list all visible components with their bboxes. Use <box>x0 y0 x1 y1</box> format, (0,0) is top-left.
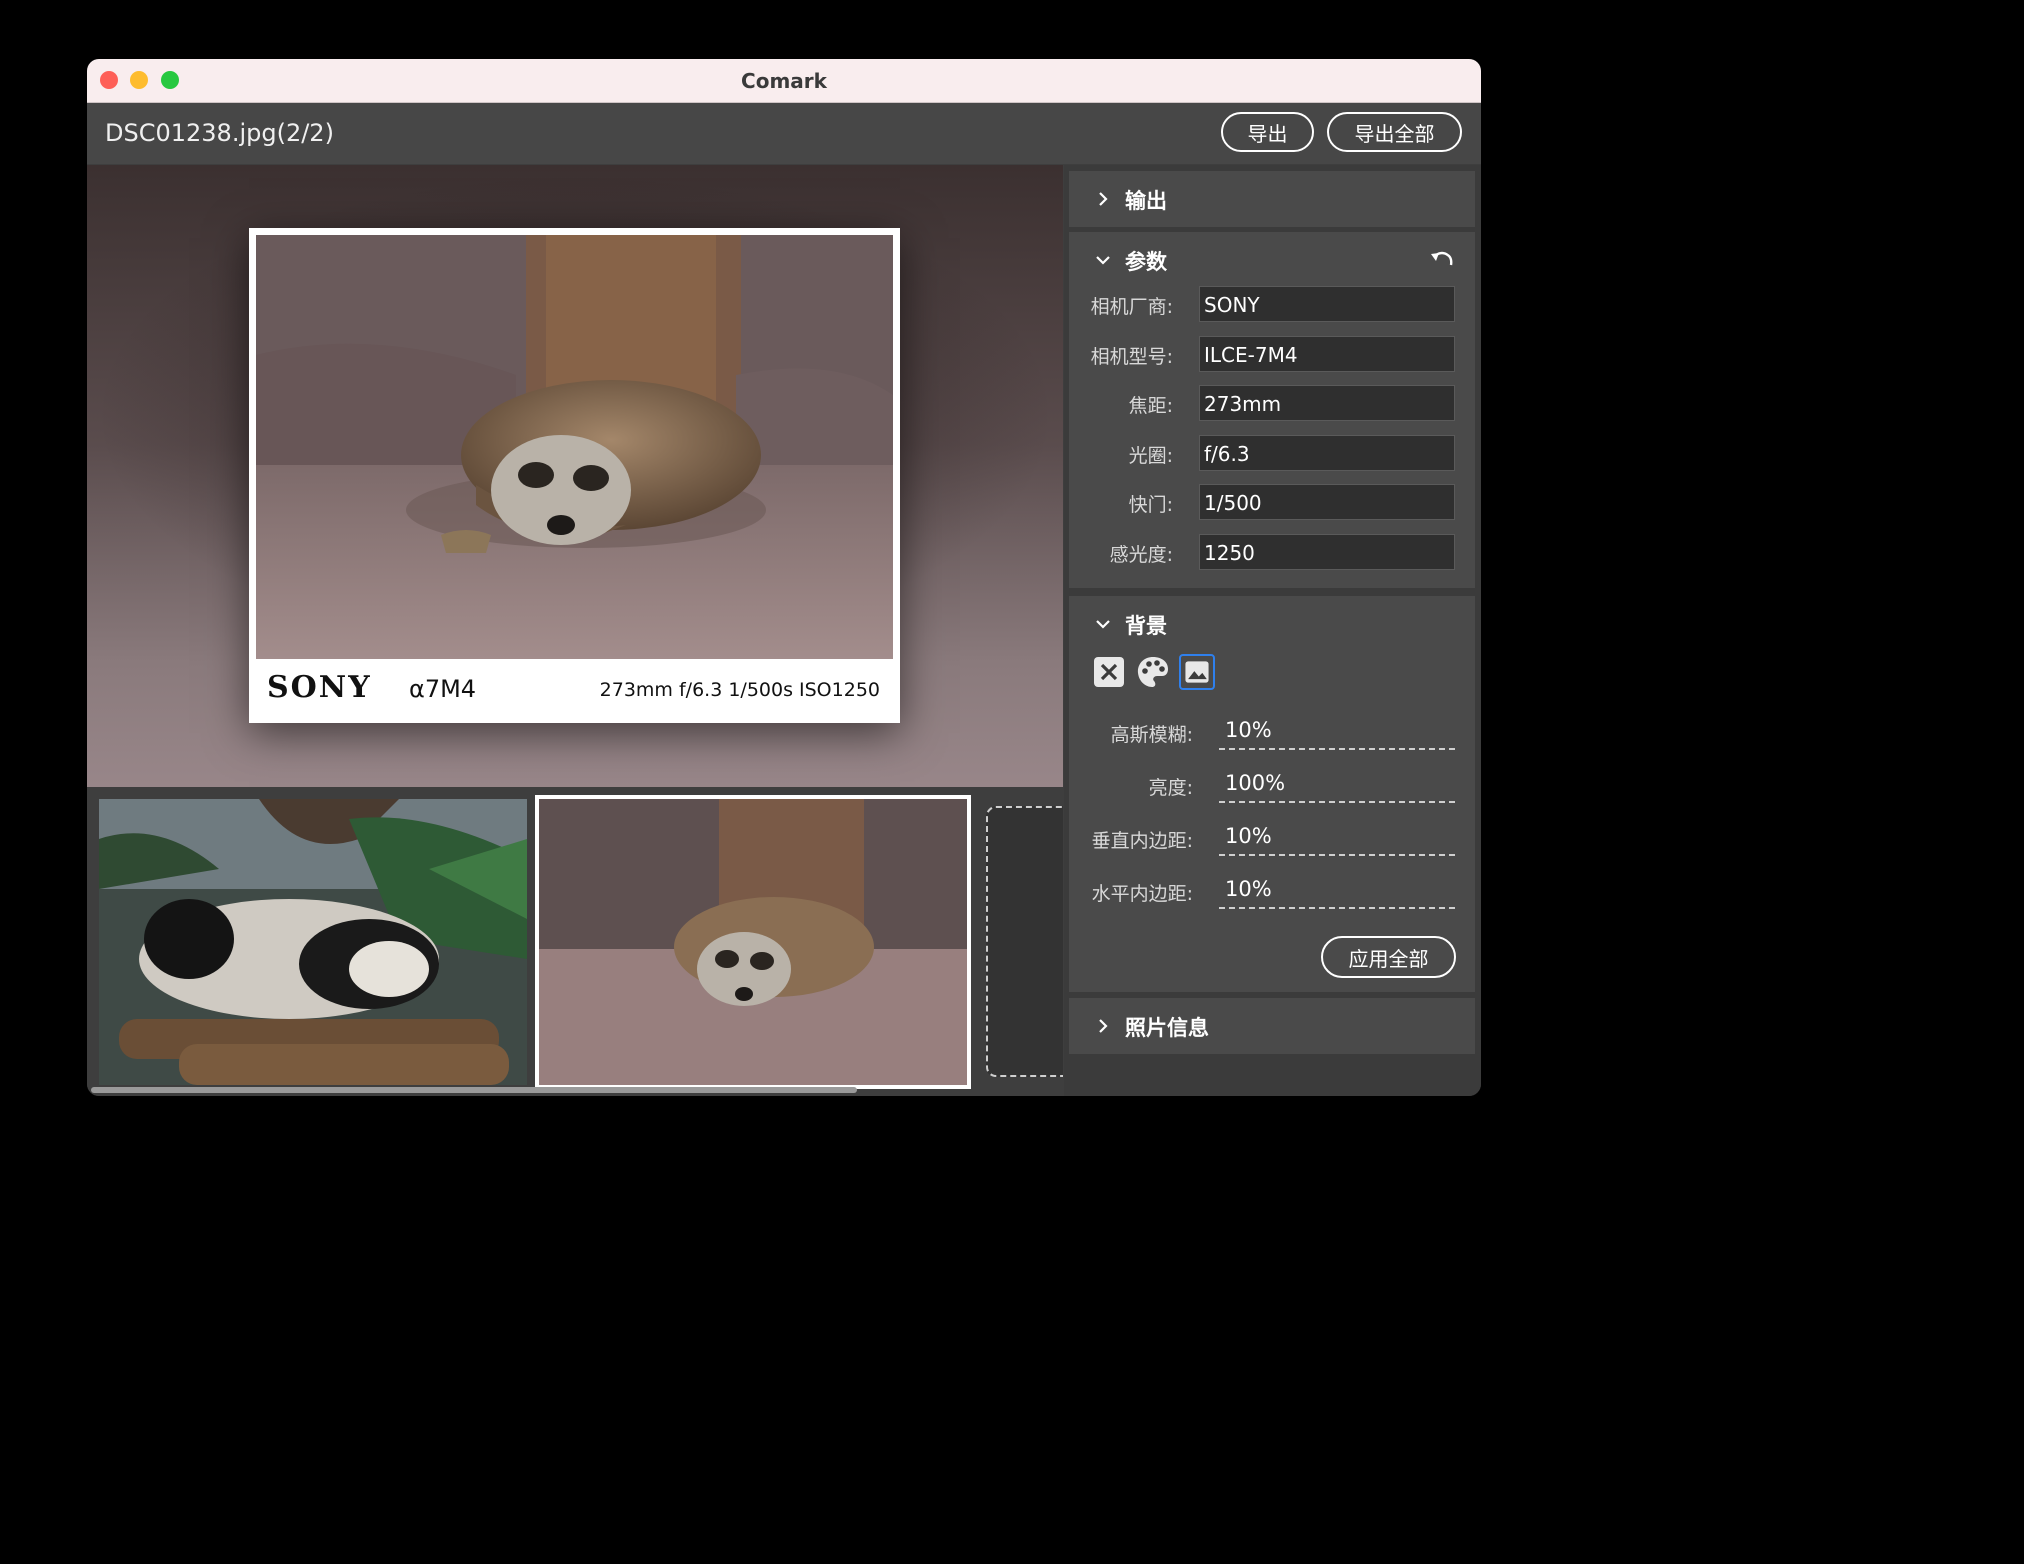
export-all-button[interactable]: 导出全部 <box>1327 112 1462 152</box>
shutter-input[interactable]: 1/500 <box>1199 484 1455 520</box>
slider-label: 高斯模糊: <box>1110 724 1193 746</box>
apply-all-button[interactable]: 应用全部 <box>1321 936 1456 978</box>
params-panel: 参数 相机厂商: SONY 相机型号: ILCE-7M4 焦距: 273mm 光… <box>1069 232 1475 588</box>
output-panel-title: 输出 <box>1125 189 1167 213</box>
photo-info-panel-title: 照片信息 <box>1125 1016 1209 1040</box>
horizontal-padding-input[interactable]: 10% <box>1219 869 1455 909</box>
close-box-icon[interactable] <box>1091 654 1127 690</box>
slider-label: 水平内边距: <box>1091 883 1193 905</box>
toolbar: DSC01238.jpg(2/2) 导出 导出全部 <box>87 103 1481 164</box>
params-panel-header[interactable]: 参数 <box>1069 232 1475 288</box>
gaussian-blur-row: 高斯模糊: 10% <box>1069 710 1475 756</box>
slider-label: 垂直内边距: <box>1091 830 1193 852</box>
gaussian-blur-input[interactable]: 10% <box>1219 710 1455 750</box>
field-label: 感光度: <box>1109 544 1173 566</box>
brightness-input[interactable]: 100% <box>1219 763 1455 803</box>
params-panel-title: 参数 <box>1125 250 1167 274</box>
vertical-padding-row: 垂直内边距: 10% <box>1069 816 1475 862</box>
thumbnail-meerkat[interactable] <box>535 795 971 1089</box>
field-label: 相机型号: <box>1090 346 1173 368</box>
focal-length-input[interactable]: 273mm <box>1199 385 1455 421</box>
filmstrip <box>87 787 1063 1096</box>
vertical-padding-input[interactable]: 10% <box>1219 816 1455 856</box>
watermark-frame: SONY α7M4 273mm f/6.3 1/500s ISO1250 <box>249 228 900 723</box>
camera-model-input[interactable]: ILCE-7M4 <box>1199 336 1455 372</box>
chevron-right-icon <box>1099 1019 1108 1033</box>
undo-icon[interactable] <box>1429 248 1455 270</box>
background-panel-header[interactable]: 背景 <box>1069 596 1475 652</box>
output-panel: 输出 <box>1069 171 1475 227</box>
thumbnail-panda[interactable] <box>99 799 527 1085</box>
preview-photo <box>256 235 893 659</box>
output-panel-header[interactable]: 输出 <box>1069 171 1475 227</box>
palette-icon[interactable] <box>1135 654 1171 690</box>
image-icon[interactable] <box>1179 654 1215 690</box>
iso-input[interactable]: 1250 <box>1199 534 1455 570</box>
field-camera-make: 相机厂商: SONY <box>1069 286 1475 324</box>
field-camera-model: 相机型号: ILCE-7M4 <box>1069 336 1475 374</box>
field-iso: 感光度: 1250 <box>1069 534 1475 572</box>
watermark-brand: SONY <box>267 670 372 705</box>
background-panel: 背景 高斯模糊: 10% 亮度: 100% 垂直内边距: 10% 水平内边距: … <box>1069 596 1475 992</box>
preview-canvas: SONY α7M4 273mm f/6.3 1/500s ISO1250 <box>87 165 1063 787</box>
export-button[interactable]: 导出 <box>1221 112 1314 152</box>
field-label: 光圈: <box>1128 445 1173 467</box>
file-name: DSC01238.jpg(2/2) <box>105 119 334 147</box>
photo-info-panel: 照片信息 <box>1069 998 1475 1054</box>
window-title: Comark <box>741 69 827 93</box>
camera-make-input[interactable]: SONY <box>1199 286 1455 322</box>
photo-info-panel-header[interactable]: 照片信息 <box>1069 998 1475 1054</box>
chevron-right-icon <box>1099 192 1108 206</box>
field-label: 相机厂商: <box>1090 296 1173 318</box>
field-label: 快门: <box>1128 494 1173 516</box>
background-panel-title: 背景 <box>1125 614 1167 638</box>
add-photo-dropzone[interactable] <box>986 806 1063 1077</box>
slider-label: 亮度: <box>1148 777 1193 799</box>
field-label: 焦距: <box>1128 395 1173 417</box>
aperture-input[interactable]: f/6.3 <box>1199 435 1455 471</box>
app-window: Comark DSC01238.jpg(2/2) 导出 导出全部 SONY α7… <box>87 59 1481 1096</box>
chevron-down-icon <box>1096 620 1110 629</box>
brightness-row: 亮度: 100% <box>1069 763 1475 809</box>
field-shutter: 快门: 1/500 <box>1069 484 1475 522</box>
field-focal-length: 焦距: 273mm <box>1069 385 1475 423</box>
field-aperture: 光圈: f/6.3 <box>1069 435 1475 473</box>
horizontal-padding-row: 水平内边距: 10% <box>1069 869 1475 915</box>
chevron-down-icon <box>1096 256 1110 265</box>
watermark-params: 273mm f/6.3 1/500s ISO1250 <box>599 679 880 701</box>
watermark-model: α7M4 <box>409 675 477 703</box>
filmstrip-scrollbar[interactable] <box>91 1087 857 1093</box>
title-bar: Comark <box>87 59 1481 103</box>
sidebar: 输出 参数 相机厂商: SONY 相机型号: ILCE-7M4 焦距: 273m… <box>1064 165 1481 1096</box>
